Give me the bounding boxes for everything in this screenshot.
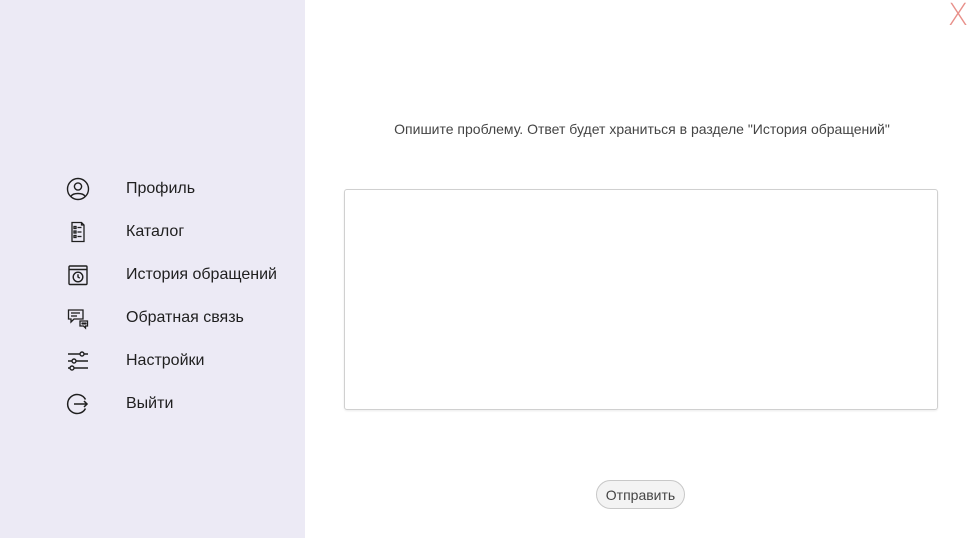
sidebar-item-catalog[interactable]: Каталог: [64, 210, 277, 253]
sidebar-item-label: Настройки: [126, 351, 205, 369]
feedback-chat-icon: [64, 304, 92, 332]
sidebar-item-history[interactable]: История обращений: [64, 253, 277, 296]
sidebar-item-settings[interactable]: Настройки: [64, 339, 277, 382]
sidebar-nav: Профиль Каталог История обращений Обратн…: [64, 167, 277, 425]
problem-description-input[interactable]: [344, 189, 938, 410]
sliders-icon: [64, 347, 92, 375]
feedback-window: Профиль Каталог История обращений Обратн…: [0, 0, 974, 538]
catalog-icon: [64, 218, 92, 246]
sidebar-item-label: Выйти: [126, 394, 174, 412]
sidebar-item-profile[interactable]: Профиль: [64, 167, 277, 210]
send-button[interactable]: Отправить: [596, 480, 685, 509]
sidebar: Профиль Каталог История обращений Обратн…: [0, 0, 305, 538]
sidebar-item-feedback[interactable]: Обратная связь: [64, 296, 277, 339]
sidebar-item-label: Каталог: [126, 222, 185, 240]
user-circle-icon: [64, 175, 92, 203]
sidebar-item-label: История обращений: [126, 265, 277, 283]
history-clock-icon: [64, 261, 92, 289]
logout-icon: [64, 390, 92, 418]
close-button[interactable]: X: [946, 0, 970, 32]
sidebar-item-logout[interactable]: Выйти: [64, 382, 277, 425]
sidebar-item-label: Обратная связь: [126, 308, 244, 326]
instruction-text: Опишите проблему. Ответ будет храниться …: [394, 121, 890, 137]
sidebar-item-label: Профиль: [126, 179, 196, 197]
